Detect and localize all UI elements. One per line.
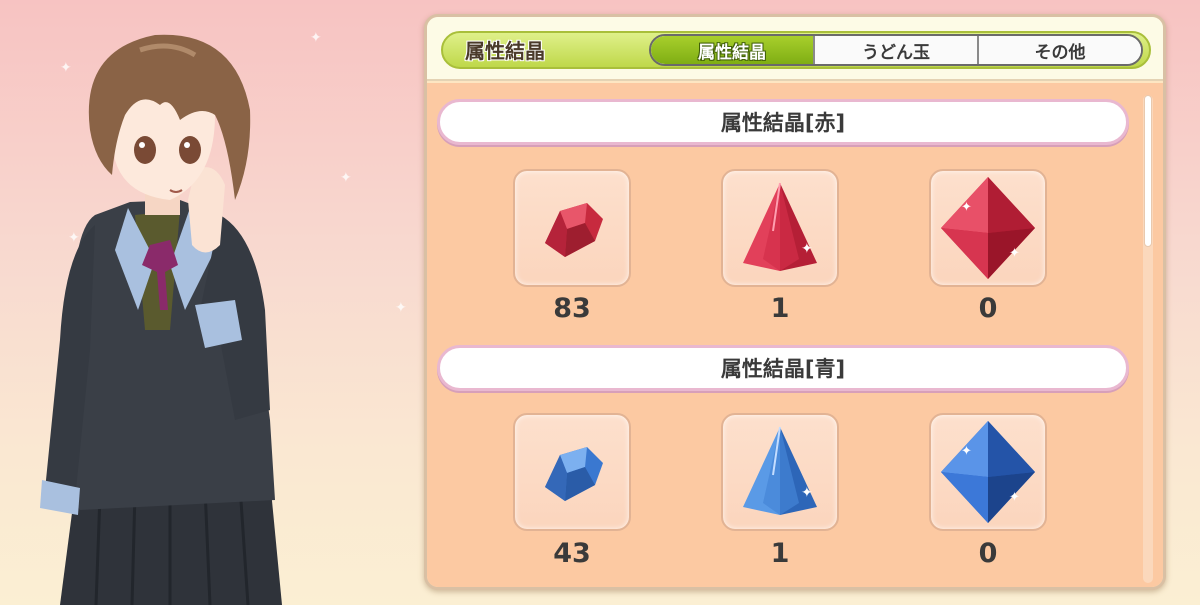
item-blue-octahedron[interactable]: ✦ ✦	[929, 413, 1047, 531]
svg-text:✦: ✦	[1009, 246, 1020, 261]
section-header-blue: 属性結晶[青]	[437, 345, 1129, 391]
svg-text:✦: ✦	[801, 485, 813, 501]
tab-udon-ball[interactable]: うどん玉	[813, 36, 977, 64]
tab-other[interactable]: その他	[977, 36, 1141, 64]
svg-text:✦: ✦	[801, 241, 813, 257]
item-blue-fragment[interactable]	[513, 413, 631, 531]
svg-text:✦: ✦	[1009, 490, 1020, 505]
svg-text:✦: ✦	[961, 200, 972, 215]
sparkle-decoration: ✦	[340, 170, 352, 186]
red-crystal-pyramid-icon: ✦	[743, 182, 817, 271]
item-red-octahedron[interactable]: ✦ ✦	[929, 169, 1047, 287]
item-count: 1	[770, 538, 790, 569]
item-count: 0	[978, 293, 998, 324]
blue-crystal-octahedron-icon: ✦ ✦	[941, 421, 1035, 523]
item-count: 0	[978, 538, 998, 569]
item-list: 属性結晶[赤] 83 ✦ 1 ✦ ✦ 0 属性結晶[青] 43 ✦ 1 ✦ ✦ …	[427, 83, 1163, 587]
character-portrait	[20, 10, 340, 605]
item-blue-pyramid[interactable]: ✦	[721, 413, 839, 531]
blue-crystal-pyramid-icon: ✦	[743, 426, 817, 515]
item-count: 83	[553, 293, 591, 324]
category-tabs: 属性結晶 うどん玉 その他	[649, 34, 1143, 66]
scroll-thumb[interactable]	[1144, 95, 1152, 247]
inventory-panel: 属性結晶 属性結晶 うどん玉 その他 属性結晶[赤] 83 ✦ 1 ✦ ✦ 0 …	[424, 14, 1166, 590]
tab-attribute-crystal[interactable]: 属性結晶	[651, 36, 813, 64]
section-header-red: 属性結晶[赤]	[437, 99, 1129, 145]
red-crystal-octahedron-icon: ✦ ✦	[941, 177, 1035, 279]
item-count: 1	[770, 293, 790, 324]
student-character-icon	[40, 34, 282, 605]
blue-crystal-fragment-icon	[545, 447, 603, 501]
svg-text:✦: ✦	[961, 444, 972, 459]
header-bar: 属性結晶 属性結晶 うどん玉 その他	[441, 31, 1151, 69]
red-crystal-fragment-icon	[545, 203, 603, 257]
panel-header: 属性結晶 属性結晶 うどん玉 その他	[427, 17, 1163, 81]
scrollbar[interactable]	[1143, 95, 1153, 583]
sparkle-decoration: ✦	[395, 300, 407, 316]
item-count: 43	[553, 538, 591, 569]
panel-title: 属性結晶	[465, 39, 545, 63]
item-red-fragment[interactable]	[513, 169, 631, 287]
item-red-pyramid[interactable]: ✦	[721, 169, 839, 287]
